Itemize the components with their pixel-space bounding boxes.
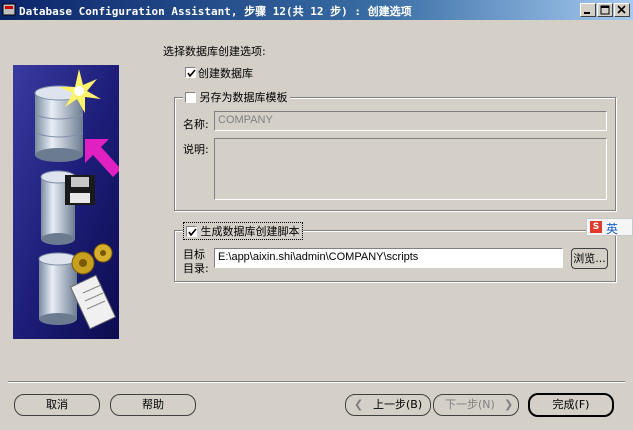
gen-script-label: 生成数据库创建脚本	[200, 225, 300, 238]
back-button[interactable]: ❮ 上一步(B)	[345, 394, 431, 416]
title-bar: Database Configuration Assistant, 步骤 12(…	[0, 0, 633, 20]
next-label: 下一步(N)	[445, 398, 495, 411]
name-field[interactable]: COMPANY	[214, 111, 607, 131]
window-title: Database Configuration Assistant, 步骤 12(…	[19, 5, 412, 18]
dest-path-field[interactable]: E:\app\aixin.shi\admin\COMPANY\scripts	[214, 248, 563, 268]
close-button[interactable]	[614, 3, 630, 17]
gen-script-checkbox[interactable]	[186, 225, 197, 237]
maximize-button[interactable]	[597, 3, 613, 17]
ime-logo-icon: S	[590, 221, 602, 233]
finish-button[interactable]: 完成(F)	[528, 393, 614, 417]
create-db-checkbox[interactable]	[185, 67, 196, 78]
description-field[interactable]	[214, 138, 607, 200]
next-arrow-icon: ❯	[504, 398, 514, 411]
save-template-checkbox[interactable]	[185, 91, 196, 103]
footer-separator	[8, 381, 625, 383]
script-group-legend: 生成数据库创建脚本	[183, 222, 303, 240]
next-button[interactable]: 下一步(N) ❯	[433, 394, 519, 416]
ime-mode-label: 英	[606, 222, 619, 236]
save-template-label: 另存为数据库模板	[199, 91, 288, 104]
minimize-button[interactable]	[580, 3, 596, 17]
description-label: 说明:	[183, 143, 209, 156]
ime-indicator[interactable]: S 英	[586, 218, 633, 236]
template-group-legend: 另存为数据库模板	[183, 89, 290, 105]
create-db-label: 创建数据库	[198, 67, 253, 80]
app-icon	[2, 2, 17, 17]
back-arrow-icon: ❮	[354, 398, 364, 411]
wizard-illustration	[13, 65, 121, 339]
name-label: 名称:	[183, 118, 209, 131]
cancel-button[interactable]: 取消	[14, 394, 100, 416]
back-label: 上一步(B)	[373, 398, 423, 411]
dest-label-line2: 目录:	[183, 262, 209, 275]
help-button[interactable]: 帮助	[110, 394, 196, 416]
browse-button[interactable]: 浏览...	[571, 248, 608, 269]
options-heading: 选择数据库创建选项:	[163, 45, 266, 58]
